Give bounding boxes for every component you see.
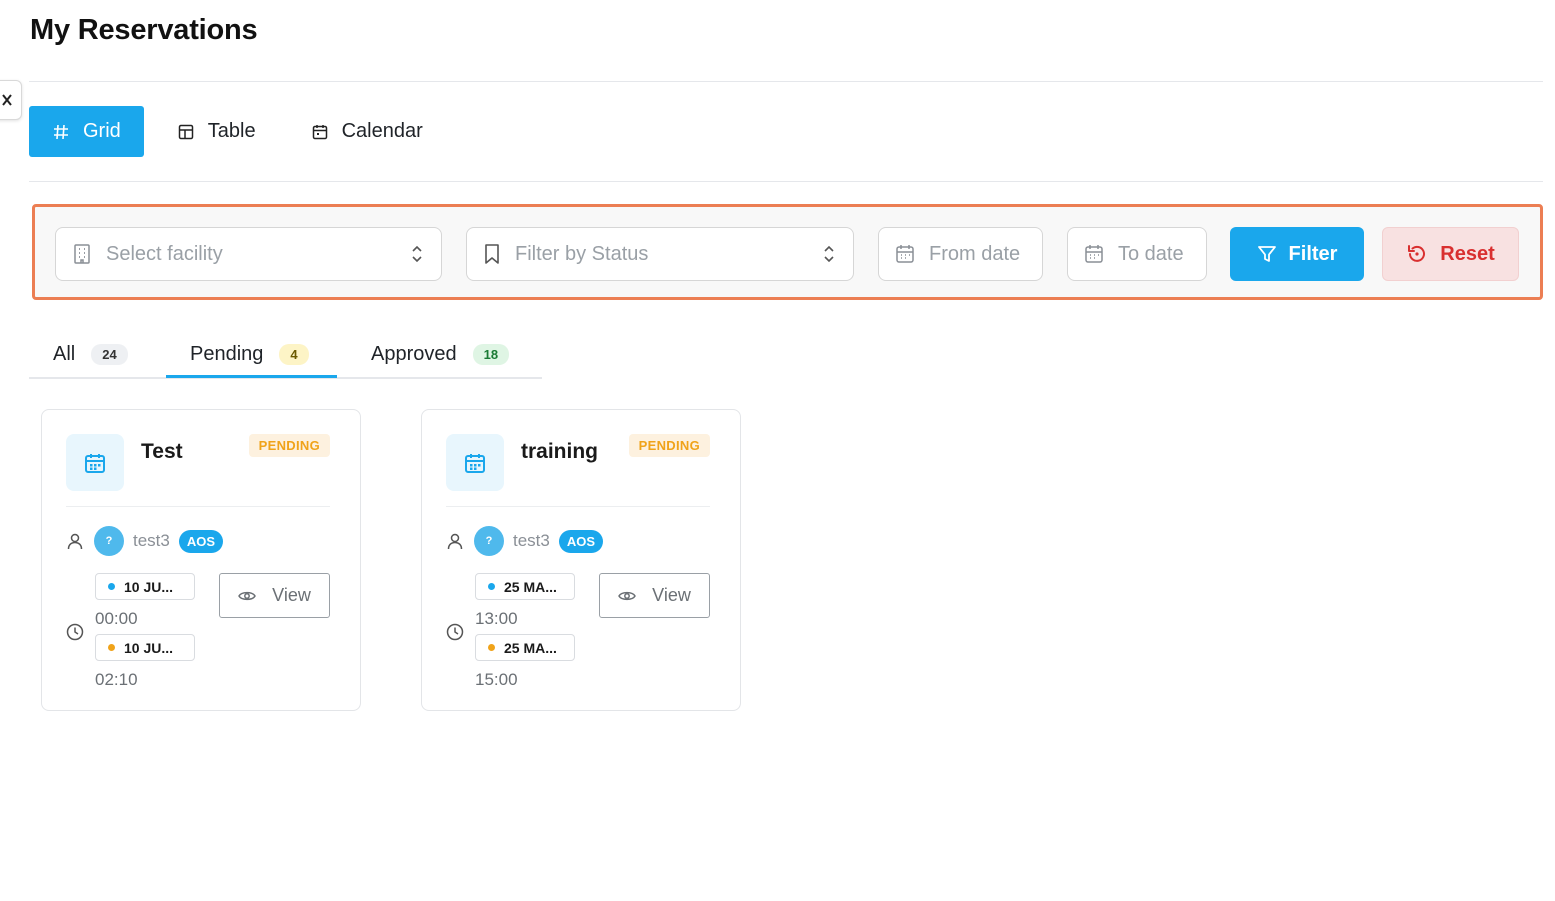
view-button[interactable]: View	[219, 573, 330, 618]
calendar-icon	[446, 434, 504, 491]
clock-icon	[446, 623, 464, 641]
end-dot	[108, 644, 115, 651]
start-time: 00:00	[95, 609, 138, 628]
reservation-title: training	[521, 440, 598, 463]
calendar-icon	[312, 124, 327, 139]
org-badge: AOS	[558, 529, 604, 553]
facility-select[interactable]: Select facility	[55, 227, 442, 281]
start-date: 25 MA...	[504, 578, 557, 595]
username: test3	[133, 531, 170, 550]
reservation-title: Test	[141, 440, 183, 463]
view-calendar-label: Calendar	[341, 120, 423, 142]
view-grid-label: Grid	[83, 120, 121, 142]
divider	[446, 506, 710, 507]
end-date-chip: 25 MA...	[475, 634, 575, 661]
status-badge: PENDING	[248, 434, 330, 457]
user-row: ? test3 AOS	[446, 526, 604, 556]
view-grid-button[interactable]: Grid	[29, 106, 144, 157]
avatar: ?	[94, 526, 124, 556]
tab-pending-count: 4	[279, 344, 309, 365]
start-dot	[108, 583, 115, 590]
eye-icon	[618, 591, 636, 600]
eye-icon	[238, 591, 256, 600]
reset-button[interactable]: Reset	[1382, 227, 1519, 281]
tab-pending[interactable]: Pending 4	[190, 330, 309, 379]
building-icon	[72, 243, 92, 265]
sidebar-collapse-button[interactable]	[0, 80, 22, 120]
start-date-chip: 10 JU...	[95, 573, 195, 600]
tab-all-count: 24	[91, 344, 128, 365]
avatar: ?	[474, 526, 504, 556]
calendar-icon	[66, 434, 124, 491]
page-title: My Reservations	[30, 14, 258, 46]
chevron-updown-icon	[823, 244, 835, 264]
active-tab-indicator	[166, 375, 337, 378]
facility-placeholder: Select facility	[106, 242, 223, 265]
bookmark-icon	[483, 243, 501, 265]
reservation-card: Test PENDING ? test3 AOS 10 JU... 00:00 …	[41, 409, 361, 711]
username: test3	[513, 531, 550, 550]
to-date-placeholder: To date	[1118, 242, 1184, 265]
calendar-icon	[895, 244, 915, 264]
status-tabs: All 24 Pending 4 Approved 18	[29, 330, 542, 379]
to-date-input[interactable]: To date	[1067, 227, 1207, 281]
view-button-label: View	[272, 585, 311, 605]
filter-bar: Select facility Filter by Status From da…	[32, 204, 1543, 300]
reservation-card: training PENDING ? test3 AOS 25 MA... 13…	[421, 409, 741, 711]
end-time: 15:00	[475, 670, 518, 689]
status-badge: PENDING	[628, 434, 710, 457]
divider	[29, 81, 1543, 82]
start-date: 10 JU...	[124, 578, 174, 595]
divider	[29, 181, 1543, 182]
filter-button-label: Filter	[1288, 242, 1338, 265]
start-date-chip: 25 MA...	[475, 573, 575, 600]
start-dot	[488, 583, 495, 590]
org-badge: AOS	[178, 529, 224, 553]
tab-all[interactable]: All 24	[53, 330, 128, 379]
reset-button-label: Reset	[1440, 242, 1495, 265]
user-row: ? test3 AOS	[66, 526, 224, 556]
divider	[66, 506, 330, 507]
funnel-icon	[1257, 246, 1276, 262]
from-date-placeholder: From date	[929, 242, 1021, 265]
view-switcher: Grid Table Calendar	[29, 106, 455, 157]
view-table-label: Table	[207, 120, 256, 142]
close-icon	[2, 94, 12, 106]
end-date-chip: 10 JU...	[95, 634, 195, 661]
tab-pending-label: Pending	[190, 343, 264, 365]
end-dot	[488, 644, 495, 651]
end-date: 25 MA...	[504, 639, 557, 656]
tab-approved[interactable]: Approved 18	[371, 330, 510, 379]
calendar-icon	[1084, 244, 1104, 264]
clock-icon	[66, 623, 84, 641]
end-date: 10 JU...	[124, 639, 174, 656]
tab-approved-label: Approved	[371, 343, 457, 365]
user-icon	[67, 533, 83, 550]
view-calendar-button[interactable]: Calendar	[288, 106, 445, 157]
view-button[interactable]: View	[599, 573, 710, 618]
grid-icon	[54, 124, 68, 139]
from-date-input[interactable]: From date	[878, 227, 1043, 281]
tab-approved-count: 18	[472, 344, 510, 365]
table-icon	[178, 124, 194, 139]
view-table-button[interactable]: Table	[154, 106, 278, 157]
end-time: 02:10	[95, 670, 138, 689]
tab-all-label: All	[53, 343, 76, 365]
filter-button[interactable]: Filter	[1230, 227, 1364, 281]
status-placeholder: Filter by Status	[515, 242, 649, 265]
user-icon	[447, 533, 463, 550]
status-select[interactable]: Filter by Status	[466, 227, 854, 281]
chevron-updown-icon	[411, 244, 423, 264]
start-time: 13:00	[475, 609, 518, 628]
view-button-label: View	[652, 585, 691, 605]
reset-icon	[1408, 245, 1426, 262]
